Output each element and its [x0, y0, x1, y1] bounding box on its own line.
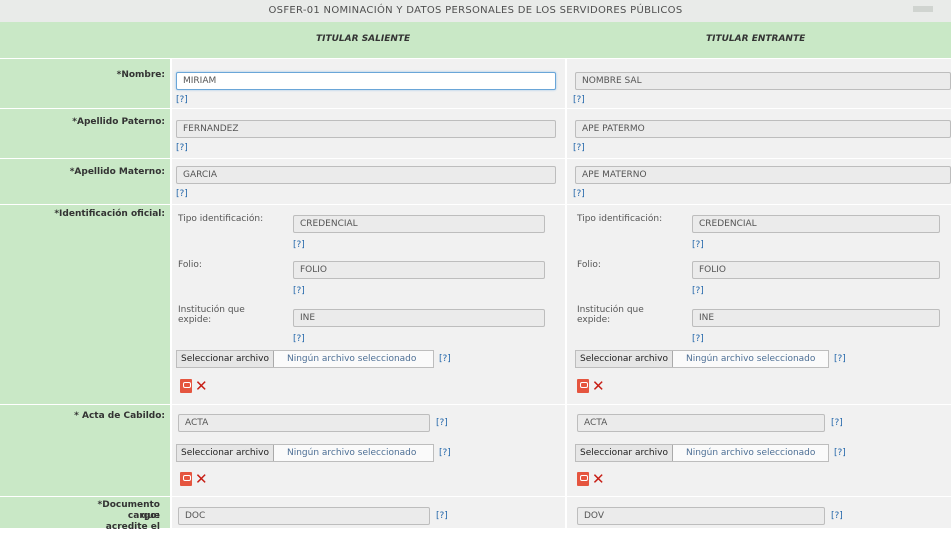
entrante-institucion-input[interactable]: INE	[692, 309, 940, 327]
help-link[interactable]: [?]	[436, 511, 448, 521]
label-folio: Folio:	[577, 260, 601, 270]
pdf-icon[interactable]	[180, 379, 192, 393]
select-file-button[interactable]: Seleccionar archivo	[576, 351, 673, 367]
label-cell: *Apellido Materno:	[0, 159, 170, 205]
no-file-text: Ningún archivo seleccionado	[287, 354, 417, 364]
saliente-acta-input[interactable]: ACTA	[178, 414, 430, 432]
help-link[interactable]: [?]	[831, 418, 843, 428]
select-file-button[interactable]: Seleccionar archivo	[177, 445, 274, 461]
help-link[interactable]: [?]	[439, 448, 451, 458]
title-bar: OSFER-01 NOMINACIÓN Y DATOS PERSONALES D…	[0, 0, 951, 23]
help-link[interactable]: [?]	[692, 334, 704, 344]
no-file-text: Ningún archivo seleccionado	[686, 448, 816, 458]
help-link[interactable]: [?]	[176, 143, 188, 153]
page-title: OSFER-01 NOMINACIÓN Y DATOS PERSONALES D…	[268, 5, 683, 16]
entrante-apellido-paterno-input[interactable]: APE PATERMO	[575, 120, 951, 138]
header-titular-entrante: TITULAR ENTRANTE	[706, 34, 806, 44]
label-institucion: Institución que expide:	[577, 305, 644, 325]
label-cell: *Documento que acredite el cargo:	[0, 497, 170, 532]
help-link[interactable]: [?]	[573, 95, 585, 105]
label-acta-cabildo: * Acta de Cabildo:	[74, 411, 165, 421]
help-link[interactable]: [?]	[831, 511, 843, 521]
delete-icon[interactable]: ✕	[592, 472, 605, 487]
help-link[interactable]: [?]	[573, 143, 585, 153]
delete-icon[interactable]: ✕	[195, 472, 208, 487]
form-page: OSFER-01 NOMINACIÓN Y DATOS PERSONALES D…	[0, 0, 951, 532]
entrante-nombre-input[interactable]: NOMBRE SAL	[575, 72, 951, 90]
entrante-documento-input[interactable]: DOV	[577, 507, 825, 525]
saliente-cell: Tipo identificación: CREDENCIAL [?] Foli…	[172, 205, 565, 405]
saliente-nombre-input[interactable]: MIRIAM	[176, 72, 556, 90]
help-link[interactable]: [?]	[692, 286, 704, 296]
label-apellido-materno: *Apellido Materno:	[69, 167, 165, 177]
entrante-tipo-identificacion-input[interactable]: CREDENCIAL	[692, 215, 940, 233]
label-tipo-identificacion: Tipo identificación:	[577, 214, 663, 224]
delete-icon[interactable]: ✕	[195, 379, 208, 394]
label-nombre: *Nombre:	[116, 70, 165, 80]
entrante-cell: APE MATERNO [?]	[567, 159, 951, 205]
saliente-identificacion-file-input[interactable]: Seleccionar archivo Ningún archivo selec…	[176, 350, 434, 368]
select-file-button[interactable]: Seleccionar archivo	[177, 351, 274, 367]
row-acta-cabildo: * Acta de Cabildo: ACTA [?] Seleccionar …	[0, 404, 951, 497]
saliente-documento-input[interactable]: DOC	[178, 507, 430, 525]
label-folio: Folio:	[178, 260, 202, 270]
help-link[interactable]: [?]	[293, 240, 305, 250]
pdf-icon[interactable]	[180, 472, 192, 486]
entrante-cell: Tipo identificación: CREDENCIAL [?] Foli…	[567, 205, 951, 405]
header-titular-saliente: TITULAR SALIENTE	[316, 34, 411, 44]
help-link[interactable]: [?]	[293, 334, 305, 344]
entrante-identificacion-file-input[interactable]: Seleccionar archivo Ningún archivo selec…	[575, 350, 829, 368]
row-documento-cargo: *Documento que acredite el cargo: DOC [?]…	[0, 496, 951, 532]
help-link[interactable]: [?]	[176, 95, 188, 105]
no-file-text: Ningún archivo seleccionado	[287, 448, 417, 458]
pdf-icon[interactable]	[577, 472, 589, 486]
saliente-cell: FERNANDEZ [?]	[172, 109, 565, 159]
select-file-button[interactable]: Seleccionar archivo	[576, 445, 673, 461]
entrante-cell: APE PATERMO [?]	[567, 109, 951, 159]
entrante-apellido-materno-input[interactable]: APE MATERNO	[575, 166, 951, 184]
label-tipo-identificacion: Tipo identificación:	[178, 214, 264, 224]
help-link[interactable]: [?]	[573, 189, 585, 199]
label-cell: *Apellido Paterno:	[0, 109, 170, 159]
delete-icon[interactable]: ✕	[592, 379, 605, 394]
saliente-cell: GARCIA [?]	[172, 159, 565, 205]
saliente-folio-input[interactable]: FOLIO	[293, 261, 545, 279]
row-apellido-paterno: *Apellido Paterno: FERNANDEZ [?] APE PAT…	[0, 108, 951, 159]
window-corner-control[interactable]	[913, 6, 933, 12]
saliente-tipo-identificacion-input[interactable]: CREDENCIAL	[293, 215, 545, 233]
help-link[interactable]: [?]	[834, 448, 846, 458]
entrante-folio-input[interactable]: FOLIO	[692, 261, 940, 279]
help-link[interactable]: [?]	[439, 354, 451, 364]
saliente-cell: MIRIAM [?]	[172, 59, 565, 109]
row-nombre: *Nombre: MIRIAM [?] NOMBRE SAL [?]	[0, 58, 951, 109]
pdf-icon[interactable]	[577, 379, 589, 393]
entrante-acta-file-input[interactable]: Seleccionar archivo Ningún archivo selec…	[575, 444, 829, 462]
label-apellido-paterno: *Apellido Paterno:	[72, 117, 165, 127]
saliente-apellido-materno-input[interactable]: GARCIA	[176, 166, 556, 184]
saliente-cell: ACTA [?] Seleccionar archivo Ningún arch…	[172, 405, 565, 497]
help-link[interactable]: [?]	[176, 189, 188, 199]
column-headers: TITULAR SALIENTE TITULAR ENTRANTE	[0, 22, 951, 58]
saliente-cell: DOC [?]	[172, 497, 565, 528]
entrante-cell: ACTA [?] Seleccionar archivo Ningún arch…	[567, 405, 951, 497]
entrante-acta-input[interactable]: ACTA	[577, 414, 825, 432]
help-link[interactable]: [?]	[834, 354, 846, 364]
label-institucion: Institución que expide:	[178, 305, 245, 325]
help-link[interactable]: [?]	[692, 240, 704, 250]
label-cell: *Identificación oficial:	[0, 205, 170, 405]
help-link[interactable]: [?]	[293, 286, 305, 296]
row-apellido-materno: *Apellido Materno: GARCIA [?] APE MATERN…	[0, 158, 951, 205]
entrante-cell: DOV [?]	[567, 497, 951, 528]
row-identificacion: *Identificación oficial: Tipo identifica…	[0, 204, 951, 405]
saliente-acta-file-input[interactable]: Seleccionar archivo Ningún archivo selec…	[176, 444, 434, 462]
saliente-institucion-input[interactable]: INE	[293, 309, 545, 327]
saliente-apellido-paterno-input[interactable]: FERNANDEZ	[176, 120, 556, 138]
label-identificacion: *Identificación oficial:	[54, 209, 165, 219]
label-cell: *Nombre:	[0, 59, 170, 109]
help-link[interactable]: [?]	[436, 418, 448, 428]
no-file-text: Ningún archivo seleccionado	[686, 354, 816, 364]
entrante-cell: NOMBRE SAL [?]	[567, 59, 951, 109]
label-cell: * Acta de Cabildo:	[0, 405, 170, 497]
